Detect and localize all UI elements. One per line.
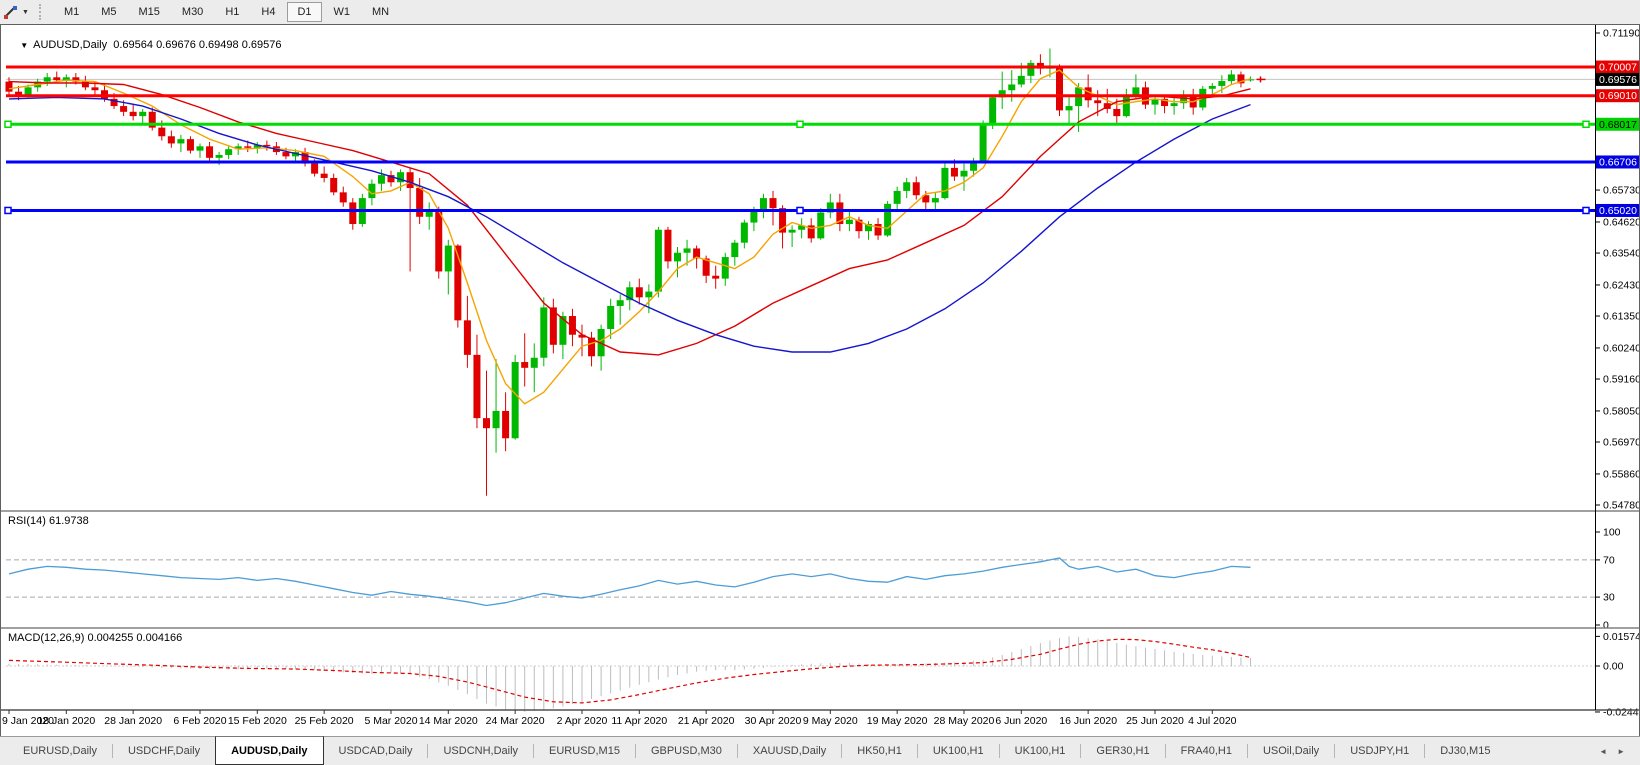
support-line-065020-handle[interactable]: [5, 207, 11, 213]
svg-text:0.69576: 0.69576: [1599, 74, 1637, 86]
support-line-068017-handle[interactable]: [5, 121, 11, 127]
tabs-scroll-left-icon[interactable]: ◄: [1594, 745, 1612, 758]
svg-text:0.56970: 0.56970: [1603, 437, 1640, 449]
tab-xauusd-daily[interactable]: XAUUSD,Daily: [738, 737, 841, 765]
svg-text:4 Jul 2020: 4 Jul 2020: [1188, 715, 1237, 727]
timeframe-button-m15[interactable]: M15: [129, 2, 170, 22]
chart-title: ▼ AUDUSD,Daily 0.69564 0.69676 0.69498 0.…: [8, 27, 281, 63]
timeframe-button-h4[interactable]: H4: [251, 2, 285, 22]
tab-usdjpy-h1[interactable]: USDJPY,H1: [1335, 737, 1424, 765]
svg-text:0.58050: 0.58050: [1603, 405, 1640, 417]
svg-text:28 Jan 2020: 28 Jan 2020: [104, 715, 162, 727]
svg-text:0.59160: 0.59160: [1603, 374, 1640, 386]
timeframe-button-h1[interactable]: H1: [215, 2, 249, 22]
tab-dj30-m15[interactable]: DJ30,M15: [1425, 737, 1505, 765]
svg-text:0.66706: 0.66706: [1599, 156, 1637, 168]
svg-text:70: 70: [1603, 554, 1615, 566]
svg-text:0.70007: 0.70007: [1599, 62, 1637, 74]
tab-ger30-h1[interactable]: GER30,H1: [1081, 737, 1164, 765]
support-line-065020-handle[interactable]: [1583, 207, 1589, 213]
timeframe-button-d1[interactable]: D1: [287, 2, 321, 22]
svg-text:28 May 2020: 28 May 2020: [934, 715, 995, 727]
collapse-icon[interactable]: ▼: [20, 41, 28, 50]
svg-text:30 Apr 2020: 30 Apr 2020: [745, 715, 802, 727]
svg-text:0.62430: 0.62430: [1603, 279, 1640, 291]
svg-text:-0.024412: -0.024412: [1603, 706, 1640, 718]
svg-text:9 May 2020: 9 May 2020: [803, 715, 858, 727]
svg-text:0.60240: 0.60240: [1603, 342, 1640, 354]
svg-text:0.54780: 0.54780: [1603, 500, 1640, 512]
svg-text:25 Jun 2020: 25 Jun 2020: [1126, 715, 1184, 727]
svg-text:19 May 2020: 19 May 2020: [867, 715, 928, 727]
support-line-068017-handle[interactable]: [1583, 121, 1589, 127]
svg-text:0.61350: 0.61350: [1603, 311, 1640, 323]
support-line-065020-handle[interactable]: [797, 207, 803, 213]
timeframe-button-w1[interactable]: W1: [324, 2, 361, 22]
price-badge-0.69010: 0.69010: [1596, 89, 1640, 102]
svg-text:0.55860: 0.55860: [1603, 468, 1640, 480]
price-badge-0.69576: 0.69576: [1596, 73, 1640, 86]
tab-uk100-h1[interactable]: UK100,H1: [918, 737, 999, 765]
chart-title-ohlc: 0.69564 0.69676 0.69498 0.69576: [113, 39, 281, 51]
chart-tool-icon[interactable]: [2, 4, 20, 20]
tab-usdcad-daily[interactable]: USDCAD,Daily: [324, 737, 428, 765]
tab-uk100-h1[interactable]: UK100,H1: [1000, 737, 1081, 765]
svg-text:0.69010: 0.69010: [1599, 90, 1637, 102]
svg-text:0.65020: 0.65020: [1599, 205, 1637, 217]
svg-text:21 Apr 2020: 21 Apr 2020: [678, 715, 735, 727]
top-toolbar: ▼ M1M5M15M30H1H4D1W1MN: [0, 0, 1640, 25]
svg-text:0.64620: 0.64620: [1603, 216, 1640, 228]
tab-gbpusd-m30[interactable]: GBPUSD,M30: [636, 737, 737, 765]
svg-text:24 Mar 2020: 24 Mar 2020: [486, 715, 545, 727]
tab-usdcnh-daily[interactable]: USDCNH,Daily: [428, 737, 533, 765]
tab-eurusd-daily[interactable]: EURUSD,Daily: [8, 737, 112, 765]
svg-text:6 Jun 2020: 6 Jun 2020: [995, 715, 1047, 727]
svg-text:0.71190: 0.71190: [1603, 28, 1640, 40]
svg-text:18 Jan 2020: 18 Jan 2020: [37, 715, 95, 727]
price-badge-0.66706: 0.66706: [1596, 155, 1640, 168]
chart-tool-dropdown-icon[interactable]: ▼: [22, 9, 29, 16]
tab-usdchf-daily[interactable]: USDCHF,Daily: [113, 737, 215, 765]
svg-text:0.63540: 0.63540: [1603, 248, 1640, 260]
svg-text:0: 0: [1603, 620, 1609, 632]
price-chart: 0.71190 0.65730 0.64620 0.63540 0.62430 0.613…: [0, 24, 1640, 737]
timeframe-button-mn[interactable]: MN: [362, 2, 399, 22]
macd-label: MACD(12,26,9) 0.004255 0.004166: [8, 632, 182, 644]
symbol-tabbar: EURUSD,DailyUSDCHF,DailyAUDUSD,DailyUSDC…: [0, 736, 1640, 765]
tab-eurusd-m15[interactable]: EURUSD,M15: [534, 737, 635, 765]
svg-text:0.00: 0.00: [1603, 661, 1624, 673]
svg-text:0.65730: 0.65730: [1603, 185, 1640, 197]
price-badge-0.65020: 0.65020: [1596, 204, 1640, 217]
tabs-scroll-right-icon[interactable]: ►: [1612, 745, 1630, 758]
price-badge-0.70007: 0.70007: [1596, 61, 1640, 74]
svg-text:0.68017: 0.68017: [1599, 119, 1637, 131]
chart-title-symbol: AUDUSD,Daily: [33, 39, 107, 51]
timeframe-button-m5[interactable]: M5: [91, 2, 126, 22]
svg-text:6 Feb 2020: 6 Feb 2020: [173, 715, 226, 727]
svg-text:14 Mar 2020: 14 Mar 2020: [419, 715, 478, 727]
chart-window: 0.71190 0.65730 0.64620 0.63540 0.62430 0.613…: [0, 24, 1640, 737]
support-line-068017-handle[interactable]: [797, 121, 803, 127]
tab-hk50-h1[interactable]: HK50,H1: [842, 737, 917, 765]
tab-audusd-daily[interactable]: AUDUSD,Daily: [215, 736, 323, 765]
rsi-label: RSI(14) 61.9738: [8, 515, 89, 527]
svg-text:15 Feb 2020: 15 Feb 2020: [228, 715, 287, 727]
svg-text:11 Apr 2020: 11 Apr 2020: [611, 715, 667, 727]
svg-text:0.015741: 0.015741: [1603, 631, 1640, 643]
price-badge-0.68017: 0.68017: [1596, 118, 1640, 131]
tab-usoil-daily[interactable]: USOil,Daily: [1248, 737, 1334, 765]
svg-text:5 Mar 2020: 5 Mar 2020: [364, 715, 417, 727]
svg-text:100: 100: [1603, 527, 1621, 539]
timeframe-button-m30[interactable]: M30: [172, 2, 213, 22]
tab-fra40-h1[interactable]: FRA40,H1: [1166, 737, 1247, 765]
svg-text:30: 30: [1603, 592, 1615, 604]
svg-text:2 Apr 2020: 2 Apr 2020: [557, 715, 608, 727]
svg-text:16 Jun 2020: 16 Jun 2020: [1059, 715, 1117, 727]
toolbar-grip-handle[interactable]: [39, 4, 43, 20]
timeframe-button-m1[interactable]: M1: [54, 2, 89, 22]
svg-text:25 Feb 2020: 25 Feb 2020: [295, 715, 354, 727]
